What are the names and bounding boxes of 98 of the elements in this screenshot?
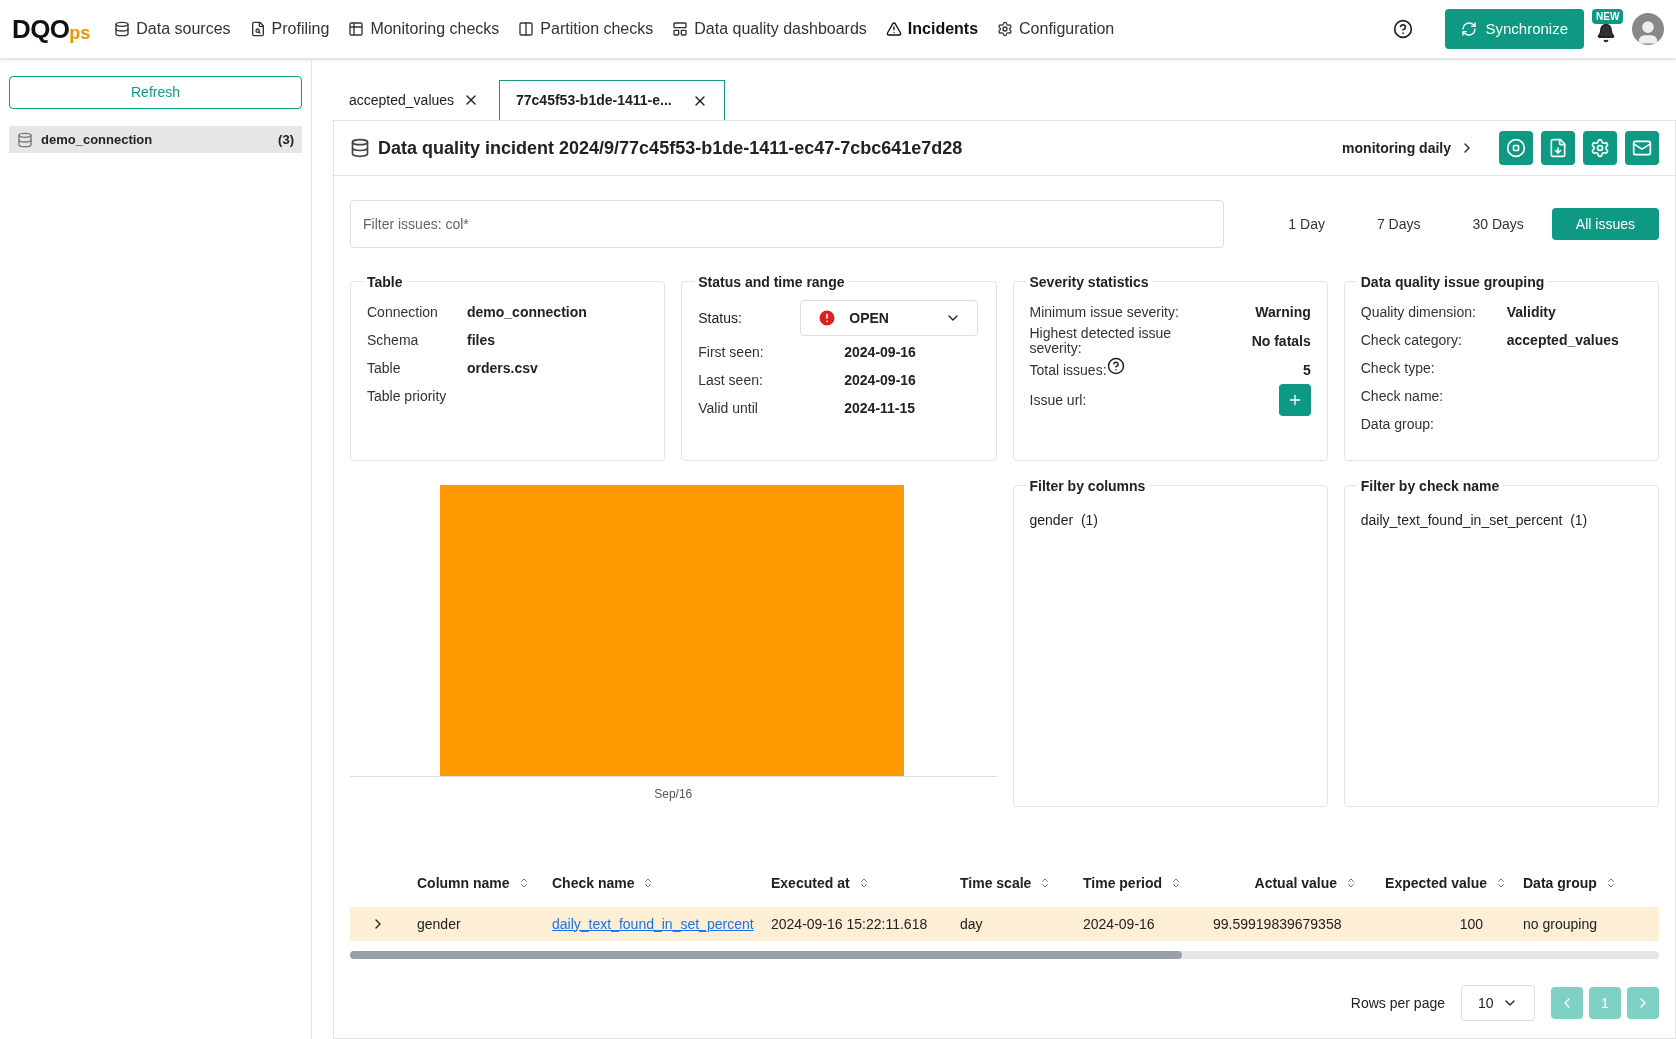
field-label: Minimum issue severity: [1029, 304, 1179, 320]
stop-icon [1506, 138, 1526, 158]
layout-icon [672, 21, 689, 37]
field-label: Data group: [1360, 414, 1435, 434]
toolbar-button[interactable] [1541, 131, 1575, 165]
refresh-icon [1461, 21, 1478, 37]
file-search-icon [249, 21, 266, 37]
tab[interactable]: accepted_values [333, 80, 495, 120]
database-icon [114, 21, 131, 37]
field-value: 2024-11-15 [844, 398, 916, 418]
nav-link[interactable]: Configuration [997, 17, 1115, 41]
range-button[interactable]: 30 Days [1448, 208, 1548, 240]
logo[interactable]: DQOps [12, 16, 91, 42]
field-value: 2024-09-16 [844, 342, 916, 362]
column-header[interactable]: Expected value [1373, 872, 1523, 894]
filter-item[interactable]: daily_text_found_in_set_percent (1) [1360, 510, 1642, 531]
field-value: No fatals [1251, 331, 1311, 351]
axis-label: Sep/16 [654, 786, 693, 803]
table-cell-text: 99.59919839679358 [1213, 914, 1343, 934]
sidebar-item[interactable]: demo_connection (3) [9, 126, 302, 153]
rows-per-page-label: Rows per page [1350, 993, 1445, 1013]
add-button[interactable] [1278, 384, 1311, 416]
field-label: Highest detected issue severity: [1029, 326, 1173, 356]
column-header[interactable]: Time period [1083, 872, 1213, 894]
help-icon[interactable] [1393, 19, 1414, 39]
sort-icon [1345, 877, 1357, 889]
settings-icon [997, 21, 1014, 37]
avatar-icon[interactable] [1632, 13, 1664, 45]
warning-icon [885, 21, 902, 37]
nav-link[interactable]: Partition checks [518, 17, 654, 41]
field-label: Status: [698, 308, 743, 328]
column-header[interactable]: Column name [417, 872, 552, 894]
field-value: demo_connection [467, 302, 587, 322]
columns-icon [518, 21, 535, 37]
column-header[interactable]: Actual value [1213, 872, 1373, 894]
field-label: First seen: [698, 342, 765, 362]
nav-link[interactable]: Data sources [114, 17, 231, 41]
table-cell-text: gender [417, 914, 462, 934]
range-button[interactable]: All issues [1551, 208, 1659, 240]
field-label: Table [367, 358, 402, 378]
field-label: Table priority [367, 386, 448, 406]
nav-link[interactable]: Incidents [885, 17, 979, 41]
toolbar-button[interactable] [1625, 131, 1659, 165]
refresh-button[interactable]: Refresh [9, 76, 302, 109]
column-header[interactable]: Check name [552, 872, 771, 894]
field-value: 2024-09-16 [844, 370, 916, 390]
table-cell-text: 2024-09-16 [1083, 914, 1156, 934]
field-label: Connection [367, 302, 439, 322]
breadcrumb-link[interactable]: monitoring daily [1342, 137, 1475, 159]
sort-icon [1495, 877, 1507, 889]
range-button[interactable]: 1 Day [1264, 208, 1349, 240]
field-value: files [467, 330, 495, 350]
file-download-icon [1548, 138, 1568, 158]
column-header[interactable]: Time scale [960, 872, 1083, 894]
mail-icon [1632, 138, 1652, 158]
field-label: Quality dimension: [1360, 302, 1477, 322]
table-cell-text: 100 [1458, 914, 1484, 934]
field-label: Schema [367, 330, 420, 350]
column-header[interactable]: Data group [1523, 872, 1633, 894]
toolbar-button[interactable] [1499, 131, 1533, 165]
help-icon[interactable] [1106, 357, 1125, 375]
rows-per-page-select[interactable]: 10 [1461, 985, 1535, 1021]
synchronize-button[interactable]: Synchronize [1445, 9, 1584, 49]
tab[interactable]: 77c45f53-b1de-1411-e... [499, 80, 725, 120]
field-value: 5 [1302, 360, 1311, 380]
incident-title: Data quality incident 2024/9/77c45f53-b1de-1411-ec47-7cbc641e7d28 [378, 136, 964, 160]
database-icon [17, 131, 33, 148]
status-dropdown[interactable]: OPEN [800, 300, 979, 336]
field-label: Check category: [1360, 330, 1463, 350]
toolbar-button[interactable] [1583, 131, 1617, 165]
field-label: Issue url: [1029, 392, 1087, 408]
filter-field[interactable]: Filter issues: col* [350, 200, 1224, 248]
check-link[interactable]: daily_text_found_in_set_percent [552, 913, 771, 935]
nav-link[interactable]: Data quality dashboards [672, 17, 867, 41]
settings-icon [1590, 138, 1610, 158]
nav-link[interactable]: Profiling [249, 17, 330, 41]
field-label: Check name: [1360, 386, 1445, 406]
filter-item[interactable]: gender (1) [1029, 510, 1311, 531]
table-cell-text: 2024-09-16 15:22:11.618 [771, 914, 929, 934]
field-label: Last seen: [698, 370, 764, 390]
field-label: Check type: [1360, 358, 1436, 378]
database-icon [350, 138, 370, 158]
alert-icon [817, 308, 838, 328]
table-cell-text: no grouping [1523, 914, 1598, 934]
field-label: Valid until [698, 398, 759, 418]
table-icon [348, 21, 365, 37]
field-value: Warning [1255, 302, 1311, 322]
table-cell-text: day [960, 914, 984, 934]
nav-link[interactable]: Monitoring checks [348, 17, 500, 41]
field-label: Total issues: [1029, 362, 1107, 378]
range-button[interactable]: 7 Days [1352, 208, 1445, 240]
column-header[interactable]: Executed at [771, 872, 960, 894]
scrollbar-thumb[interactable] [350, 951, 1182, 959]
new-badge: NEW [1592, 9, 1624, 24]
bell-icon[interactable] [1596, 23, 1616, 43]
field-value: accepted_values [1506, 330, 1619, 350]
field-value: orders.csv [467, 358, 538, 378]
field-value: Validity [1506, 302, 1556, 322]
